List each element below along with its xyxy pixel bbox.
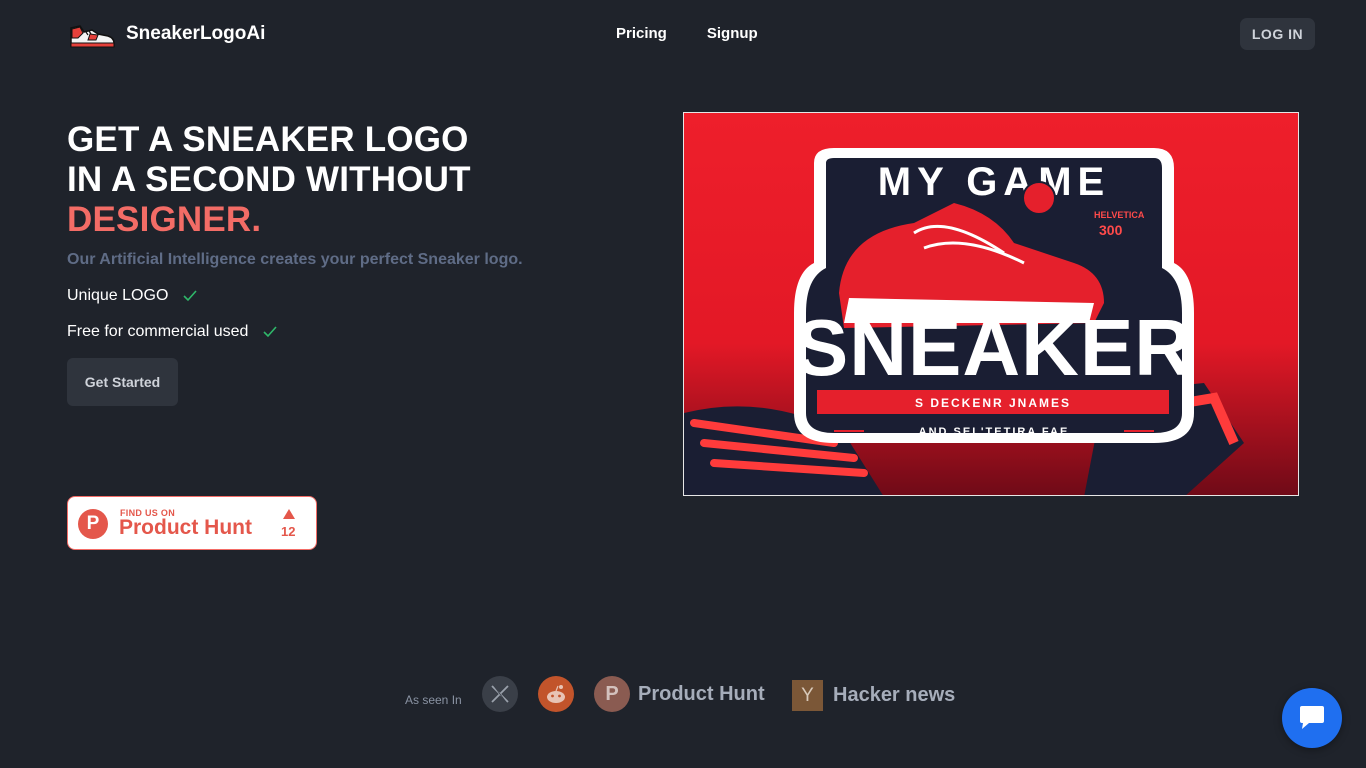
as-seen-in-label: As seen In (405, 693, 462, 707)
image-top-text: MY GAME (878, 160, 1110, 204)
feature-item: Free for commercial used (67, 323, 278, 341)
sneaker-logo-icon (70, 25, 115, 48)
product-hunt-press-link[interactable]: P Product Hunt (594, 676, 765, 712)
hero-title-line1: GET A SNEAKER LOGO (67, 120, 469, 159)
main-nav: Pricing Signup (616, 25, 758, 42)
feature-label: Free for commercial used (67, 323, 249, 340)
feature-label: Unique LOGO (67, 287, 169, 304)
product-hunt-label: Product Hunt (638, 682, 765, 705)
hacker-news-press-link[interactable]: Y Hacker news (792, 680, 955, 711)
image-small-text-2: 300 (1099, 222, 1123, 238)
hero-title-accent: DESIGNER. (67, 200, 262, 239)
image-main-text: SNEAKER (795, 303, 1193, 392)
image-small-text-1: HELVETICA (1094, 210, 1145, 220)
brand-name: SneakerLogoAi (126, 23, 266, 44)
product-hunt-icon: P (594, 676, 630, 712)
product-hunt-badge[interactable]: P FIND US ON Product Hunt 12 (67, 496, 317, 550)
x-icon[interactable] (482, 676, 518, 712)
upvote-arrow-icon (283, 509, 295, 519)
upvote-count: 12 (281, 524, 296, 539)
check-icon (183, 290, 197, 302)
hero-title: GET A SNEAKER LOGO IN A SECOND WITHOUT D… (67, 120, 471, 240)
image-bottom-text: AND SEL'TETIRA FAE (919, 426, 1070, 438)
hero-subtitle: Our Artificial Intelligence creates your… (67, 251, 523, 268)
feature-item: Unique LOGO (67, 287, 198, 305)
nav-pricing-link[interactable]: Pricing (616, 25, 667, 42)
check-icon (263, 326, 277, 338)
product-hunt-name: Product Hunt (119, 516, 252, 539)
login-button[interactable]: LOG IN (1240, 18, 1315, 50)
reddit-alien-icon (547, 685, 565, 703)
hacker-news-label: Hacker news (833, 684, 956, 706)
nav-signup-link[interactable]: Signup (707, 25, 758, 42)
as-seen-in: As seen In P Product Hunt Y Hacker news (405, 676, 1025, 716)
product-hunt-icon: P (78, 509, 108, 539)
site-header: SneakerLogoAi Pricing Signup LOG IN (0, 0, 1366, 70)
hero-title-line2: IN A SECOND WITHOUT (67, 160, 471, 199)
hacker-news-icon: Y (792, 680, 823, 711)
get-started-button[interactable]: Get Started (67, 358, 178, 406)
chat-button[interactable] (1282, 688, 1342, 748)
hero-sneaker-logo-image: MY GAME HELVETICA 300 SNEAKER S DECKENR … (683, 112, 1299, 496)
chat-icon (1300, 706, 1324, 729)
reddit-icon[interactable] (538, 676, 574, 712)
image-banner-text: S DECKENR JNAMES (915, 396, 1071, 410)
brand-link[interactable]: SneakerLogoAi (68, 18, 265, 50)
x-logo-icon (491, 685, 509, 703)
